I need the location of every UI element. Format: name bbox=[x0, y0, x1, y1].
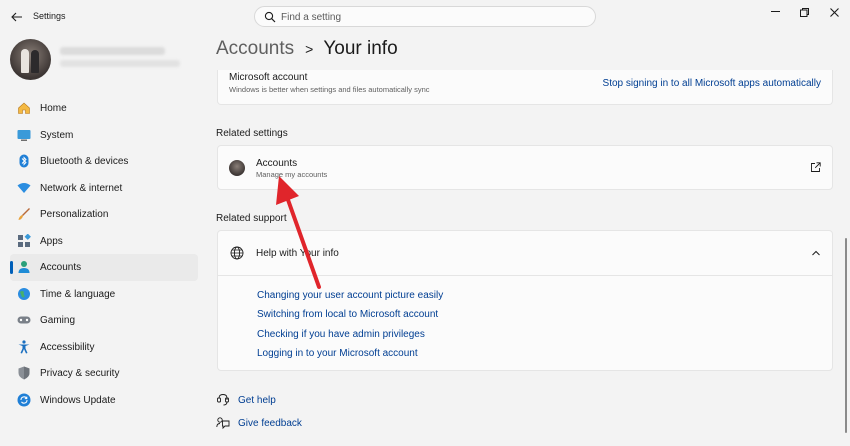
sidebar-item-network[interactable]: Network & internet bbox=[10, 175, 198, 202]
accounts-card-subtitle: Manage my accounts bbox=[256, 170, 328, 179]
related-support-heading: Related support bbox=[216, 213, 287, 224]
search-box[interactable] bbox=[254, 6, 596, 27]
sidebar-item-accessibility[interactable]: Accessibility bbox=[10, 334, 198, 361]
related-settings-heading: Related settings bbox=[216, 128, 288, 139]
restore-icon bbox=[799, 7, 809, 17]
help-link[interactable]: Logging in to your Microsoft account bbox=[257, 348, 418, 359]
back-button[interactable] bbox=[8, 8, 26, 26]
help-link[interactable]: Checking if you have admin privileges bbox=[257, 329, 425, 340]
system-icon bbox=[17, 129, 31, 141]
page-title: Your info bbox=[323, 38, 398, 59]
help-card: Help with Your info Changing your user a… bbox=[217, 230, 833, 371]
maximize-button[interactable] bbox=[793, 4, 815, 20]
breadcrumb: Accounts > Your info bbox=[216, 38, 398, 62]
sidebar-item-home[interactable]: Home bbox=[10, 95, 198, 122]
microsoft-account-title: Microsoft account bbox=[229, 72, 308, 83]
accounts-card-title: Accounts bbox=[256, 158, 298, 169]
bluetooth-icon bbox=[19, 154, 29, 168]
update-icon bbox=[17, 393, 31, 406]
help-card-title: Help with Your info bbox=[256, 248, 339, 259]
gaming-icon bbox=[17, 316, 31, 324]
accounts-settings-card[interactable]: Accounts Manage my accounts bbox=[217, 145, 833, 190]
sidebar-item-time-language[interactable]: Time & language bbox=[10, 281, 198, 308]
breadcrumb-accounts[interactable]: Accounts bbox=[216, 38, 294, 60]
network-icon bbox=[17, 182, 31, 193]
help-link[interactable]: Switching from local to Microsoft accoun… bbox=[257, 309, 438, 320]
sidebar-item-apps[interactable]: Apps bbox=[10, 228, 198, 255]
search-input[interactable] bbox=[281, 9, 581, 25]
get-help-icon bbox=[217, 394, 229, 406]
shield-icon bbox=[18, 366, 30, 380]
microsoft-account-description: Windows is better when settings and file… bbox=[229, 85, 430, 94]
minimize-button[interactable] bbox=[764, 4, 786, 20]
user-email-redacted bbox=[60, 60, 180, 67]
help-link[interactable]: Changing your user account picture easil… bbox=[257, 290, 443, 301]
sidebar-nav: Home System Bluetooth & devices Network … bbox=[10, 95, 198, 413]
microsoft-account-card: Microsoft account Windows is better when… bbox=[217, 70, 833, 105]
accounts-avatar bbox=[229, 160, 245, 176]
chevron-up-icon bbox=[812, 250, 820, 256]
help-card-header[interactable]: Help with Your info bbox=[218, 231, 832, 276]
app-title: Settings bbox=[33, 11, 66, 21]
give-feedback-link[interactable]: Give feedback bbox=[238, 418, 302, 429]
apps-icon bbox=[18, 233, 31, 247]
avatar bbox=[10, 39, 51, 80]
brush-icon bbox=[18, 208, 30, 220]
search-icon bbox=[264, 11, 276, 23]
sidebar-item-system[interactable]: System bbox=[10, 122, 198, 149]
sidebar-item-gaming[interactable]: Gaming bbox=[10, 307, 198, 334]
title-bar: Settings bbox=[0, 0, 850, 32]
sidebar-item-accounts[interactable]: Accounts bbox=[10, 254, 198, 281]
back-arrow-icon bbox=[11, 12, 22, 22]
user-profile[interactable] bbox=[10, 38, 200, 80]
sidebar-item-windows-update[interactable]: Windows Update bbox=[10, 387, 198, 414]
feedback-icon bbox=[216, 417, 230, 430]
accessibility-icon bbox=[18, 339, 30, 353]
globe-icon bbox=[230, 246, 244, 260]
open-external-icon bbox=[811, 162, 821, 172]
home-icon bbox=[18, 102, 30, 114]
get-help-link[interactable]: Get help bbox=[238, 395, 276, 406]
sidebar-item-bluetooth[interactable]: Bluetooth & devices bbox=[10, 148, 198, 175]
scrollbar[interactable] bbox=[845, 238, 847, 433]
sidebar-item-personalization[interactable]: Personalization bbox=[10, 201, 198, 228]
accounts-icon bbox=[18, 261, 30, 273]
time-language-icon bbox=[18, 287, 30, 300]
stop-signing-in-link[interactable]: Stop signing in to all Microsoft apps au… bbox=[603, 78, 821, 89]
breadcrumb-separator: > bbox=[305, 41, 314, 57]
sidebar-item-privacy-security[interactable]: Privacy & security bbox=[10, 360, 198, 387]
user-name-redacted bbox=[60, 47, 165, 55]
close-button[interactable] bbox=[823, 4, 845, 20]
minimize-icon bbox=[770, 11, 780, 12]
close-icon bbox=[829, 7, 839, 17]
